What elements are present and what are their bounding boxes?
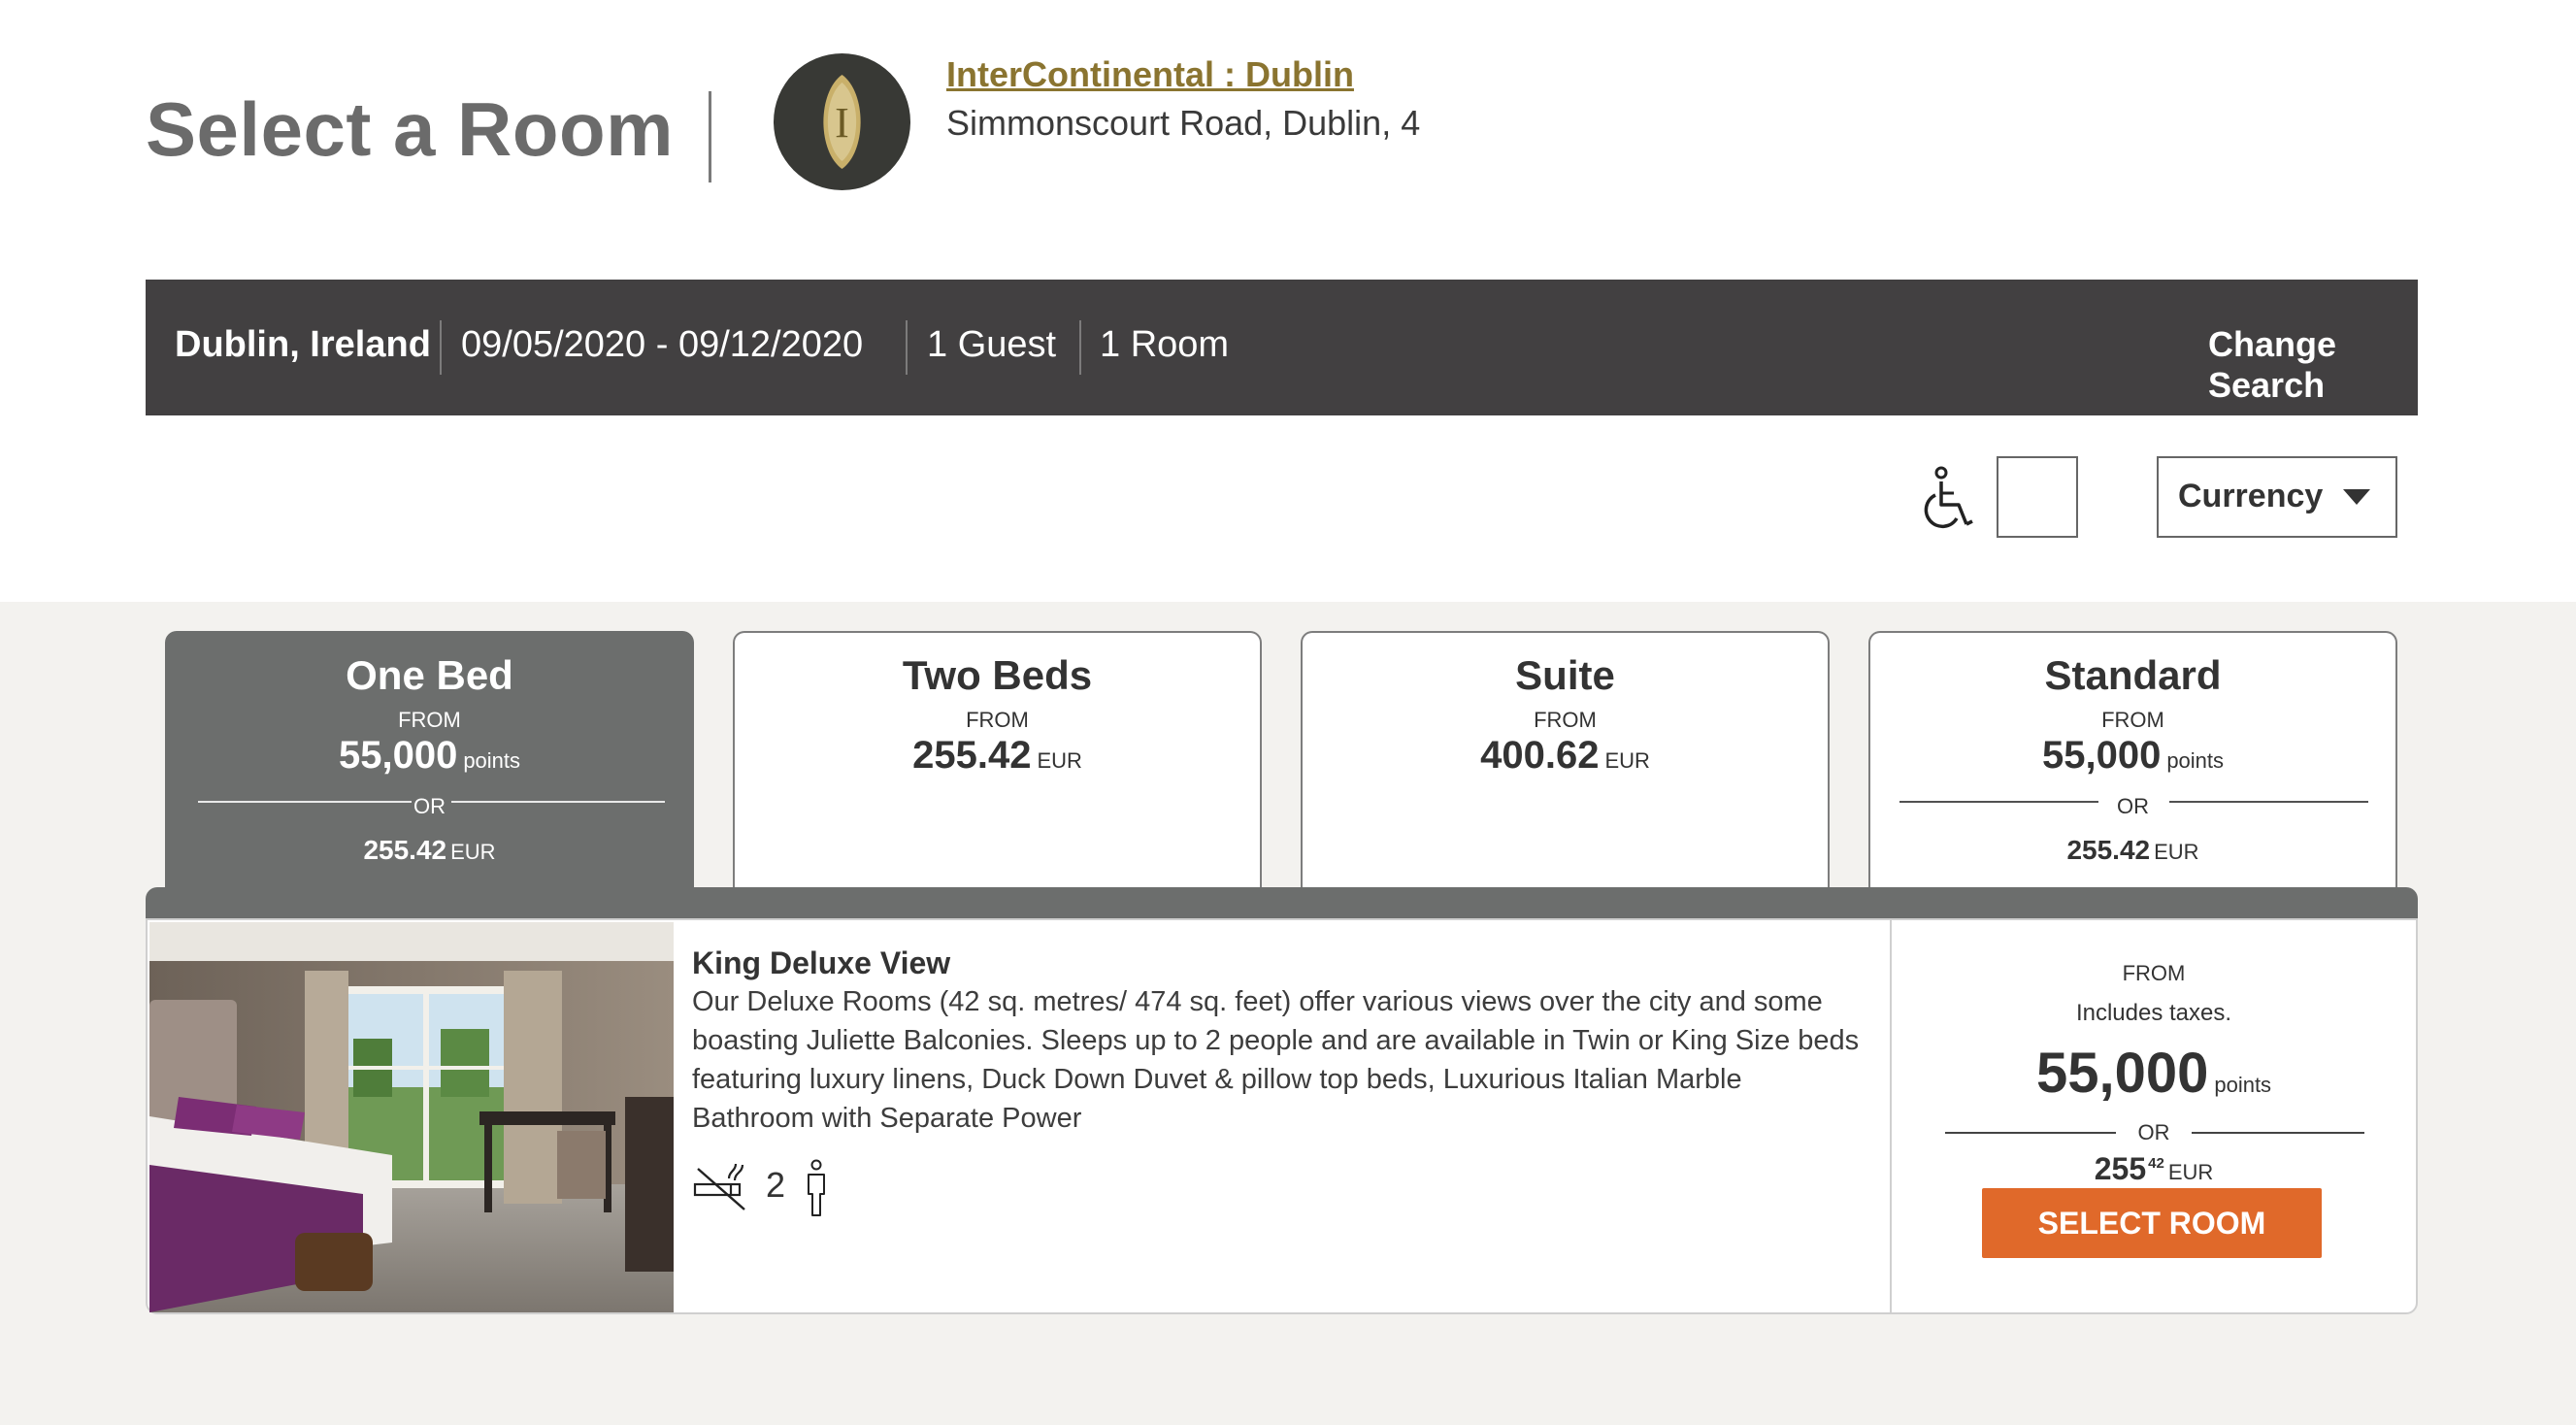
search-summary-bar: Dublin, Ireland 09/05/2020 - 09/12/2020 … bbox=[146, 280, 2534, 415]
tab-or-label: OR bbox=[2117, 794, 2149, 818]
hotel-address: Simmonscourt Road, Dublin, 4 bbox=[946, 103, 1421, 143]
occupancy-count: 2 bbox=[766, 1165, 786, 1205]
tab-from-label: FROM bbox=[1534, 708, 1597, 732]
tab-two-beds[interactable]: Two Beds FROM 255.42 EUR bbox=[733, 631, 1262, 893]
tab-strip bbox=[146, 887, 2418, 920]
hotel-name-link[interactable]: InterContinental : Dublin bbox=[946, 54, 1354, 95]
wheelchair-icon bbox=[1922, 466, 1976, 535]
change-search-button[interactable]: Change Search bbox=[2208, 324, 2418, 406]
currency-label: Currency bbox=[2178, 478, 2324, 514]
tab-price: 55,000 points bbox=[338, 734, 521, 777]
room-photo bbox=[149, 922, 674, 1312]
room-price-panel: FROM Includes taxes. 55,000 points OR 255… bbox=[1892, 920, 2416, 1312]
tab-or-label: OR bbox=[413, 794, 446, 818]
room-name: King Deluxe View bbox=[692, 945, 951, 980]
room-description: Our Deluxe Rooms (42 sq. metres/ 474 sq.… bbox=[692, 986, 1860, 1134]
tab-from-label: FROM bbox=[2101, 708, 2164, 732]
room-points-price: 55,000 points bbox=[2035, 1042, 2272, 1105]
tab-one-bed[interactable]: One Bed FROM 55,000 points OR 255.42 EUR bbox=[165, 631, 694, 893]
chevron-down-icon[interactable] bbox=[2470, 314, 2534, 378]
currency-dropdown[interactable]: Currency bbox=[2157, 456, 2397, 538]
tab-from-label: FROM bbox=[966, 708, 1029, 732]
taxes-note: Includes taxes. bbox=[2075, 1000, 2232, 1026]
tab-name: Suite bbox=[1515, 652, 1615, 698]
search-separator bbox=[440, 320, 442, 375]
tab-alt-price: 255.42 EUR bbox=[2066, 835, 2199, 865]
caret-down-icon bbox=[2343, 489, 2370, 510]
hotel-logo-icon: I bbox=[774, 53, 910, 190]
room-cash-price: 255 42 EUR bbox=[2094, 1151, 2214, 1186]
search-dates: 09/05/2020 - 09/12/2020 bbox=[461, 324, 864, 365]
search-location: Dublin, Ireland bbox=[175, 324, 431, 365]
price-from-label: FROM bbox=[2122, 961, 2186, 985]
search-rooms: 1 Room bbox=[1100, 324, 1230, 365]
page-title: Select a Room bbox=[146, 86, 675, 172]
tab-from-label: FROM bbox=[398, 708, 461, 732]
accessible-rooms-checkbox[interactable] bbox=[1997, 456, 2078, 538]
title-divider bbox=[709, 91, 711, 182]
search-separator bbox=[906, 320, 908, 375]
svg-text:I: I bbox=[835, 99, 849, 147]
search-separator bbox=[1079, 320, 1081, 375]
tab-price: 400.62 EUR bbox=[1480, 734, 1650, 777]
tab-alt-price: 255.42 EUR bbox=[363, 835, 496, 865]
tab-standard[interactable]: Standard FROM 55,000 points OR 255.42 EUR bbox=[1868, 631, 2397, 893]
no-smoking-icon bbox=[692, 1159, 748, 1218]
select-room-button[interactable]: SELECT ROOM bbox=[1982, 1188, 2322, 1258]
tab-name: Standard bbox=[2044, 652, 2222, 698]
tab-suite[interactable]: Suite FROM 400.62 EUR bbox=[1301, 631, 1830, 893]
tab-name: One Bed bbox=[346, 652, 513, 698]
person-icon bbox=[804, 1159, 829, 1222]
tab-price: 255.42 EUR bbox=[912, 734, 1082, 777]
tab-name: Two Beds bbox=[902, 652, 1093, 698]
room-card: King Deluxe View Our Deluxe Rooms (42 sq… bbox=[146, 918, 2418, 1314]
price-or-label: OR bbox=[2137, 1120, 2170, 1144]
tab-price: 55,000 points bbox=[2041, 734, 2225, 777]
search-guests: 1 Guest bbox=[927, 324, 1057, 365]
